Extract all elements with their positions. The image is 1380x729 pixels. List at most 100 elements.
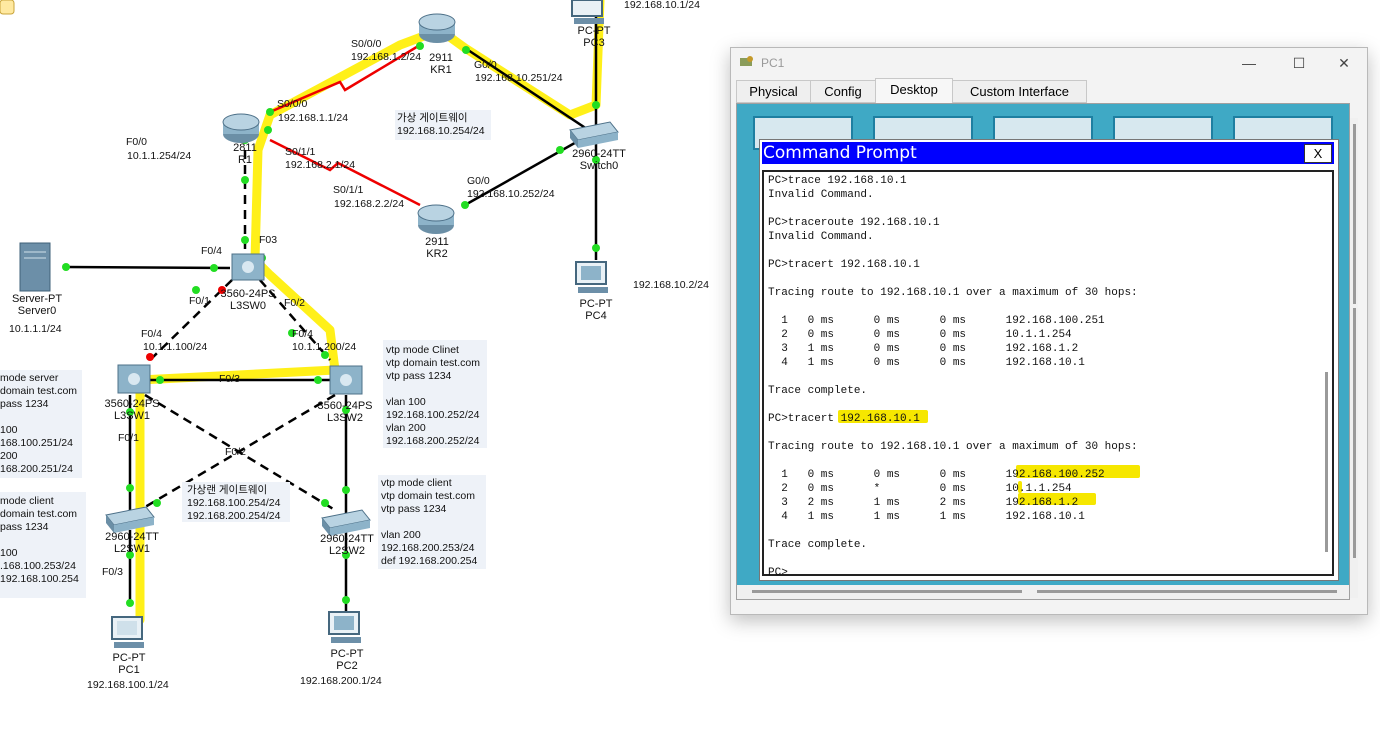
r1-s000-label: S0/0/0 <box>277 98 308 110</box>
pc2-ip: 192.168.200.1/24 <box>300 675 382 687</box>
vgw2-ip2: 192.168.200.254/24 <box>187 510 281 522</box>
pc4-label: PC-PT PC4 <box>579 298 613 322</box>
server-icon[interactable] <box>19 242 51 292</box>
pc2-label: PC-PT PC2 <box>330 648 364 672</box>
tab-physical[interactable]: Physical <box>736 80 811 103</box>
terminal-line: 3 2 ms 1 ms 2 ms 192.168.1.2 <box>768 497 1079 509</box>
terminal-line: Invalid Command. <box>768 189 874 201</box>
terminal-line: Tracing route to 192.168.10.1 over a max… <box>768 287 1138 299</box>
terminal-line: 3 1 ms 0 ms 0 ms 192.168.1.2 <box>768 343 1079 355</box>
l3sw0-label: 3560-24PS L3SW0 <box>220 288 276 312</box>
terminal-line: PC>tracert 192.168.10.1 <box>768 413 920 425</box>
packet-tracer-app-icon <box>740 56 753 66</box>
kr2-g00-ip: 192.168.10.252/24 <box>467 188 555 200</box>
pc4-ip: 192.168.10.2/24 <box>633 279 709 291</box>
kr1-s000-label: S0/0/0 <box>351 38 382 50</box>
l3sw1-config-note: mode server domain test.com pass 1234 100 16… <box>0 372 78 475</box>
pc3-label: PC-PT PC3 <box>577 25 611 49</box>
pc3-ip-label: 192.168.10.1/24 <box>624 0 700 11</box>
kr2-g00-label: G0/0 <box>467 175 490 187</box>
kr2-label: 2911 KR2 <box>425 236 449 260</box>
terminal-line: 2 0 ms * 0 ms 10.1.1.254 <box>768 483 1072 495</box>
l3sw0-f04-label: F0/4 <box>201 245 223 257</box>
topology-canvas[interactable] <box>0 0 730 729</box>
close-button[interactable]: ✕ <box>1329 52 1359 74</box>
switch0-label: 2960-24TT Switch0 <box>572 148 626 172</box>
vgw-title: 가상 게이트웨이 <box>397 112 468 124</box>
pc1-ip: 192.168.100.1/24 <box>87 679 169 691</box>
terminal-line: 2 0 ms 0 ms 0 ms 10.1.1.254 <box>768 329 1072 341</box>
terminal-scrollbar[interactable] <box>1325 372 1328 552</box>
l3switch-icon[interactable] <box>231 253 265 281</box>
l3sw1-f01-label: F0/1 <box>118 432 140 444</box>
l3switch-icon[interactable] <box>117 364 151 394</box>
command-prompt-titlebar[interactable]: Command Prompt X <box>762 142 1334 164</box>
l3sw0-f02-label: F0/2 <box>284 297 306 309</box>
terminal-line: PC> <box>768 567 788 579</box>
pc1-window[interactable]: PC1 — ☐ ✕ Physical Config Desktop Custom… <box>730 47 1368 615</box>
router-icon[interactable] <box>222 113 260 143</box>
l3sw1-f04-label: F0/4 <box>141 328 163 340</box>
command-prompt-window[interactable]: Command Prompt X PC>trace 192.168.10.1 In… <box>759 139 1339 581</box>
terminal-line: Trace complete. <box>768 385 868 397</box>
terminal-line: Trace complete. <box>768 539 868 551</box>
pc-icon[interactable] <box>328 611 361 643</box>
switch-icon[interactable] <box>105 506 155 533</box>
router-icon[interactable] <box>418 13 456 43</box>
kr1-label: 2911 KR1 <box>429 52 453 76</box>
r1-s000-ip: 192.168.1.1/24 <box>278 112 349 124</box>
terminal-line: PC>trace 192.168.10.1 <box>768 175 907 187</box>
command-prompt-title: Command Prompt <box>763 143 917 163</box>
kr2-s011-ip: 192.168.2.2/24 <box>334 198 405 210</box>
l2sw2-config-note: vtp mode client vtp domain test.com vtp pa… <box>381 477 478 567</box>
l2sw1-label: 2960-24TT L2SW1 <box>105 531 159 555</box>
r1-s011-label: S0/1/1 <box>285 146 316 158</box>
l2sw2-label: 2960-24TT L2SW2 <box>320 533 374 557</box>
vgw2-title: 가상랜 게이트웨이 <box>187 484 268 496</box>
l3sw2-f04-ip: 10.1.1.200/24 <box>292 341 357 353</box>
l3sw2-f04-label: F0/4 <box>292 328 314 340</box>
terminal-line: 4 1 ms 0 ms 0 ms 192.168.10.1 <box>768 357 1085 369</box>
l3sw1-label: 3560-24PS L3SW1 <box>104 398 160 422</box>
window-titlebar[interactable]: PC1 — ☐ ✕ <box>731 48 1367 78</box>
maximize-button[interactable]: ☐ <box>1284 52 1314 74</box>
l3sw2-config-note: vtp mode Clinet vtp domain test.com vtp pa… <box>386 344 480 447</box>
terminal-line: 4 1 ms 1 ms 1 ms 192.168.10.1 <box>768 511 1085 523</box>
server0-ip: 10.1.1.1/24 <box>9 323 62 335</box>
desktop-panel: Command Prompt X PC>trace 192.168.10.1 In… <box>736 103 1350 600</box>
horizontal-scrollbar[interactable] <box>737 585 1349 599</box>
f02-cross-label: F0/2 <box>225 446 247 458</box>
switch-icon[interactable] <box>569 121 619 148</box>
vertical-scrollbar[interactable] <box>1350 118 1358 598</box>
vgw-ip: 192.168.10.254/24 <box>397 125 485 137</box>
l2sw1-config-note: mode client domain test.com pass 1234 100.1… <box>0 495 79 585</box>
tab-custom-interface[interactable]: Custom Interface <box>952 80 1087 103</box>
terminal-line: 1 0 ms 0 ms 0 ms 192.168.100.251 <box>768 315 1105 327</box>
tab-desktop[interactable]: Desktop <box>875 78 953 104</box>
kr2-s011-label: S0/1/1 <box>333 184 364 196</box>
terminal-line: PC>traceroute 192.168.10.1 <box>768 217 940 229</box>
pc-icon[interactable] <box>111 616 144 648</box>
kr1-g00-ip: 192.168.10.251/24 <box>475 72 563 84</box>
kr1-g00-label: G0/0 <box>474 59 497 71</box>
router-icon[interactable] <box>417 204 455 234</box>
terminal-line: 1 0 ms 0 ms 0 ms 192.168.100.252 <box>768 469 1105 481</box>
tab-config[interactable]: Config <box>810 80 876 103</box>
pc1-label: PC-PT PC1 <box>112 652 146 676</box>
l2sw1-f03-label: F0/3 <box>102 566 124 578</box>
r1-label: 2811 R1 <box>233 142 257 166</box>
pc-icon[interactable] <box>575 261 608 293</box>
terminal-output[interactable]: PC>trace 192.168.10.1 Invalid Command. PC>… <box>762 170 1334 579</box>
minimize-button[interactable]: — <box>1234 52 1264 74</box>
window-title: PC1 <box>761 56 785 70</box>
server0-label: Server-PT Server0 <box>11 293 63 317</box>
vgw2-ip1: 192.168.100.254/24 <box>187 497 281 509</box>
terminal-line: Tracing route to 192.168.10.1 over a max… <box>768 441 1138 453</box>
l3switch-icon[interactable] <box>329 365 363 395</box>
r1-f00-ip: 10.1.1.254/24 <box>127 150 192 162</box>
command-prompt-close-button[interactable]: X <box>1304 144 1332 163</box>
pc-icon[interactable] <box>571 0 604 24</box>
f03-link-label: F0/3 <box>219 373 241 385</box>
terminal-line: PC>tracert 192.168.10.1 <box>768 259 920 271</box>
l3sw2-label: 3560-24PS L3SW2 <box>317 400 373 424</box>
